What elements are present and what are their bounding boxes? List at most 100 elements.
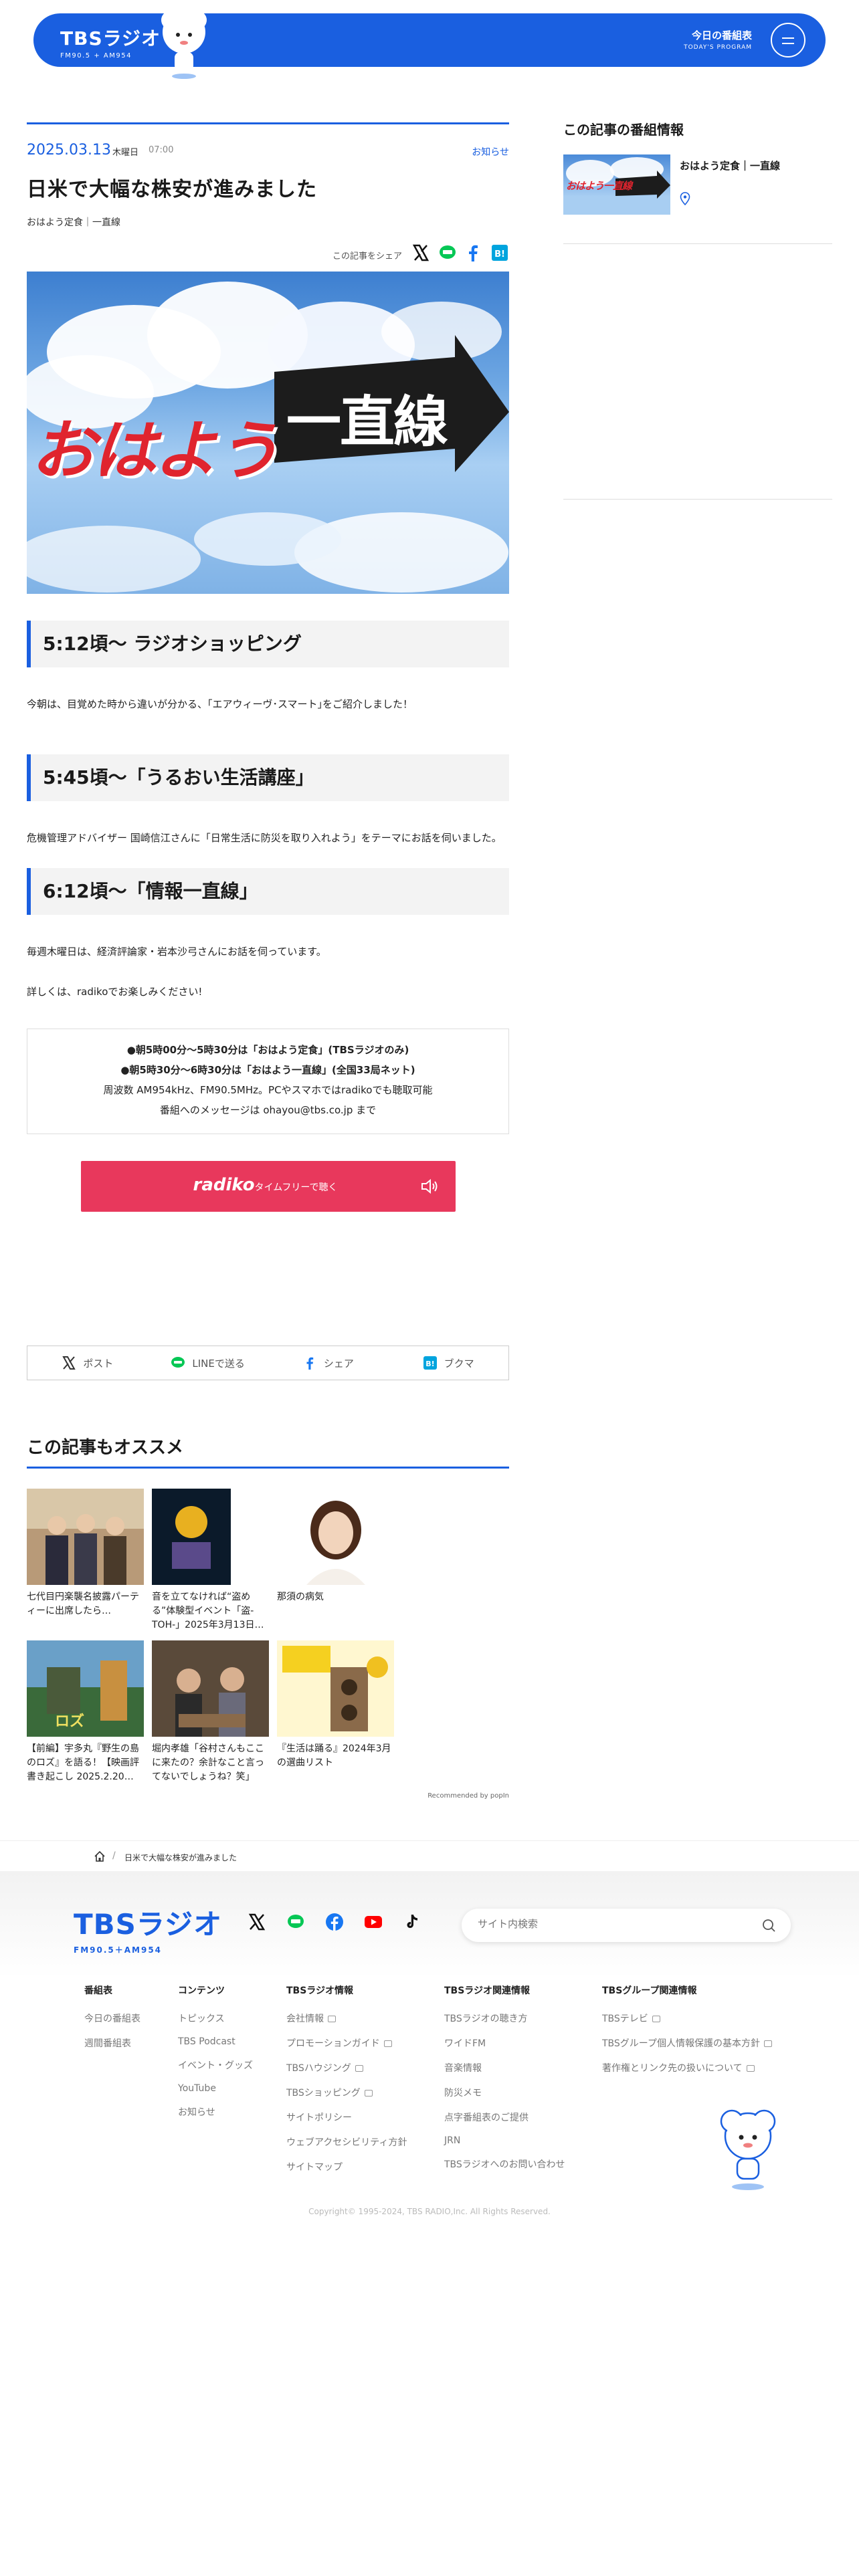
section-heading-info: 6:12頃〜「情報一直線」 — [27, 868, 509, 915]
footer-link-external[interactable]: プロモーションガイド — [286, 2036, 407, 2050]
share-facebook-button[interactable]: シェア — [268, 1346, 389, 1380]
footer-logo[interactable]: TBSラジオ FM90.5＋AM954 — [74, 1902, 222, 1955]
article-date: 2025.03.13 — [27, 142, 111, 158]
program-info-box: ●朝5時00分～5時30分は「おはよう定食」(TBSラジオのみ) ●朝5時30分… — [27, 1029, 509, 1134]
hatena-share-icon[interactable]: B! — [490, 243, 509, 262]
footer-link[interactable]: サイトポリシー — [286, 2111, 407, 2124]
footer-link[interactable]: サイトマップ — [286, 2160, 407, 2173]
youtube-icon[interactable] — [364, 1913, 383, 1931]
footer-link[interactable]: YouTube — [178, 2083, 253, 2094]
article-program-link[interactable]: おはよう定食｜一直線 — [27, 215, 509, 229]
recommend-heading: この記事もオススメ — [27, 1434, 509, 1469]
line-icon — [171, 1357, 185, 1368]
breadcrumb: / 日米で大幅な株安が進みました — [0, 1840, 859, 1871]
site-logo[interactable]: TBSラジオ FM90.5 + AM954 — [60, 24, 161, 60]
footer-link[interactable]: 点字番組表のご提供 — [444, 2111, 565, 2124]
share-post-button[interactable]: ポスト — [27, 1346, 148, 1380]
share-label: この記事をシェア — [332, 251, 402, 261]
radiko-timefree-button[interactable]: radiko タイムフリーで聴く — [80, 1161, 456, 1212]
line-icon[interactable] — [286, 1913, 305, 1931]
footer-link[interactable]: 今日の番組表 — [84, 2012, 140, 2025]
share-hatena-button[interactable]: B! ブクマ — [388, 1346, 508, 1380]
site-header: TBSラジオ FM90.5 + AM954 今日の番組表 TODAY'S PRO… — [33, 11, 826, 79]
footer-link-external[interactable]: TBSテレビ — [602, 2012, 772, 2025]
line-share-icon[interactable] — [438, 243, 457, 262]
footer-link[interactable]: TBSラジオへのお問い合わせ — [444, 2157, 565, 2171]
radiko-logo: radiko — [193, 1175, 255, 1195]
svg-text:ロズ: ロズ — [55, 1713, 84, 1730]
recommend-thumbnail — [27, 1489, 144, 1585]
footer-link-external[interactable]: TBSハウジング — [286, 2061, 407, 2074]
footer-link-external[interactable]: TBSグループ個人情報保護の基本方針 — [602, 2036, 772, 2050]
sidebar-program-card[interactable]: おはよう一直線 おはよう定食｜一直線 — [563, 154, 832, 217]
recommend-caption: 音を立てなければ“盗める”体験型イベント「盗-TOH-」2025年3月13日… — [152, 1592, 264, 1630]
external-link-icon — [746, 2065, 755, 2072]
footer-link-label: TBSショッピング — [286, 2088, 361, 2099]
sidebar-divider — [563, 243, 832, 244]
recommend-item[interactable]: 那須の病気 — [277, 1489, 394, 1632]
footer-link[interactable]: トピックス — [178, 2012, 253, 2025]
article-time: 07:00 — [149, 145, 174, 155]
section-heading-shopping: 5:12頃〜 ラジオショッピング — [27, 621, 509, 667]
footer-link[interactable]: 音楽情報 — [444, 2061, 565, 2074]
footer-link[interactable]: 週間番組表 — [84, 2036, 140, 2050]
footer-link[interactable]: ウェブアクセシビリティ方針 — [286, 2135, 407, 2149]
footer-link[interactable]: お知らせ — [178, 2105, 253, 2119]
recommend-thumbnail: ロズ — [27, 1640, 144, 1737]
mascot-icon — [161, 11, 207, 79]
footer-link-external[interactable]: 著作権とリンク先の扱いについて — [602, 2061, 772, 2074]
home-icon[interactable] — [94, 1850, 106, 1862]
footer-link[interactable]: TBSラジオの聴き方 — [444, 2012, 565, 2025]
external-link-icon — [328, 2016, 336, 2022]
hero-title-left: おはよう — [31, 413, 280, 488]
recommend-item[interactable]: ロズ 【前編】宇多丸『野生の島のロズ』を語る！【映画評書き起こし 2025.2.… — [27, 1640, 144, 1784]
footer-column-title: TBSグループ関連情報 — [602, 1985, 697, 1996]
today-program-link[interactable]: 今日の番組表 TODAY'S PROGRAM — [684, 28, 752, 51]
menu-button[interactable] — [771, 23, 805, 58]
footer-link[interactable]: イベント・グッズ — [178, 2058, 253, 2072]
footer-link[interactable]: 防災メモ — [444, 2086, 565, 2099]
x-share-icon[interactable] — [411, 243, 430, 262]
today-program-sub: TODAY'S PROGRAM — [684, 44, 752, 51]
recommend-caption: 七代目円楽襲名披露パーティーに出席したら… — [27, 1592, 139, 1616]
footer-column-related: TBSラジオ関連情報 TBSラジオの聴き方 ワイドFM 音楽情報 防災メモ 点字… — [444, 1983, 565, 2182]
footer-link-label: 会社情報 — [286, 2014, 324, 2024]
sidebar-thumb-text: おはよう一直線 — [566, 180, 632, 192]
category-link[interactable]: お知らせ — [472, 145, 509, 158]
footer-link-external[interactable]: TBSショッピング — [286, 2086, 407, 2099]
share-post-label: ポスト — [83, 1357, 114, 1370]
recommend-thumbnail — [152, 1489, 269, 1585]
share-facebook-label: シェア — [323, 1357, 354, 1370]
recommend-item[interactable]: 七代目円楽襲名披露パーティーに出席したら… — [27, 1489, 144, 1632]
site-search-input[interactable] — [478, 1918, 745, 1930]
article-weekday: 木曜日 — [112, 148, 139, 158]
footer-column-title: 番組表 — [84, 1985, 112, 1996]
sidebar: この記事の番組情報 おはよう一直線 おはよう定食｜一直線 — [563, 119, 832, 500]
footer-link[interactable]: ワイドFM — [444, 2036, 565, 2050]
site-search-field[interactable] — [462, 1909, 791, 1942]
tiktok-icon[interactable] — [403, 1913, 421, 1931]
location-pin-icon[interactable] — [680, 192, 690, 205]
recommend-powered-by: Recommended by popIn — [427, 1792, 509, 1800]
footer-column-title: TBSラジオ情報 — [286, 1985, 354, 1996]
recommend-item[interactable]: 堀内孝雄「谷村さんもここに来たの？余計なこと言ってないでしょうね？笑」 — [152, 1640, 269, 1784]
footer-link[interactable]: TBS Podcast — [178, 2036, 253, 2047]
footer-link-external[interactable]: 会社情報 — [286, 2012, 407, 2025]
article-meta: 2025.03.13 木曜日 07:00 お知らせ — [27, 124, 509, 162]
recommend-item[interactable]: 『生活は踊る』2024年3月の選曲リスト — [277, 1640, 394, 1784]
footer-link[interactable]: JRN — [444, 2135, 565, 2146]
share-line-label: LINEで送る — [192, 1357, 245, 1370]
radiko-label: タイムフリーで聴く — [254, 1182, 338, 1193]
footer-column-radio-info: TBSラジオ情報 会社情報 プロモーションガイド TBSハウジング TBSショッ… — [286, 1983, 407, 2185]
share-line-button[interactable]: LINEで送る — [148, 1346, 268, 1380]
x-icon[interactable] — [248, 1913, 266, 1931]
search-icon[interactable] — [761, 1918, 776, 1933]
footer-logo-main: TBSラジオ — [74, 1908, 223, 1941]
recommend-caption: 那須の病気 — [277, 1592, 324, 1602]
info-line-2: ●朝5時30分～6時30分は「おはよう一直線」(全国33局ネット) — [120, 1064, 415, 1076]
recommend-item[interactable]: 音を立てなければ“盗める”体験型イベント「盗-TOH-」2025年3月13日… — [152, 1489, 269, 1632]
footer-column-title: コンテンツ — [178, 1985, 225, 1996]
facebook-icon[interactable] — [325, 1913, 344, 1931]
facebook-share-icon[interactable] — [464, 243, 482, 262]
x-icon — [62, 1356, 76, 1370]
